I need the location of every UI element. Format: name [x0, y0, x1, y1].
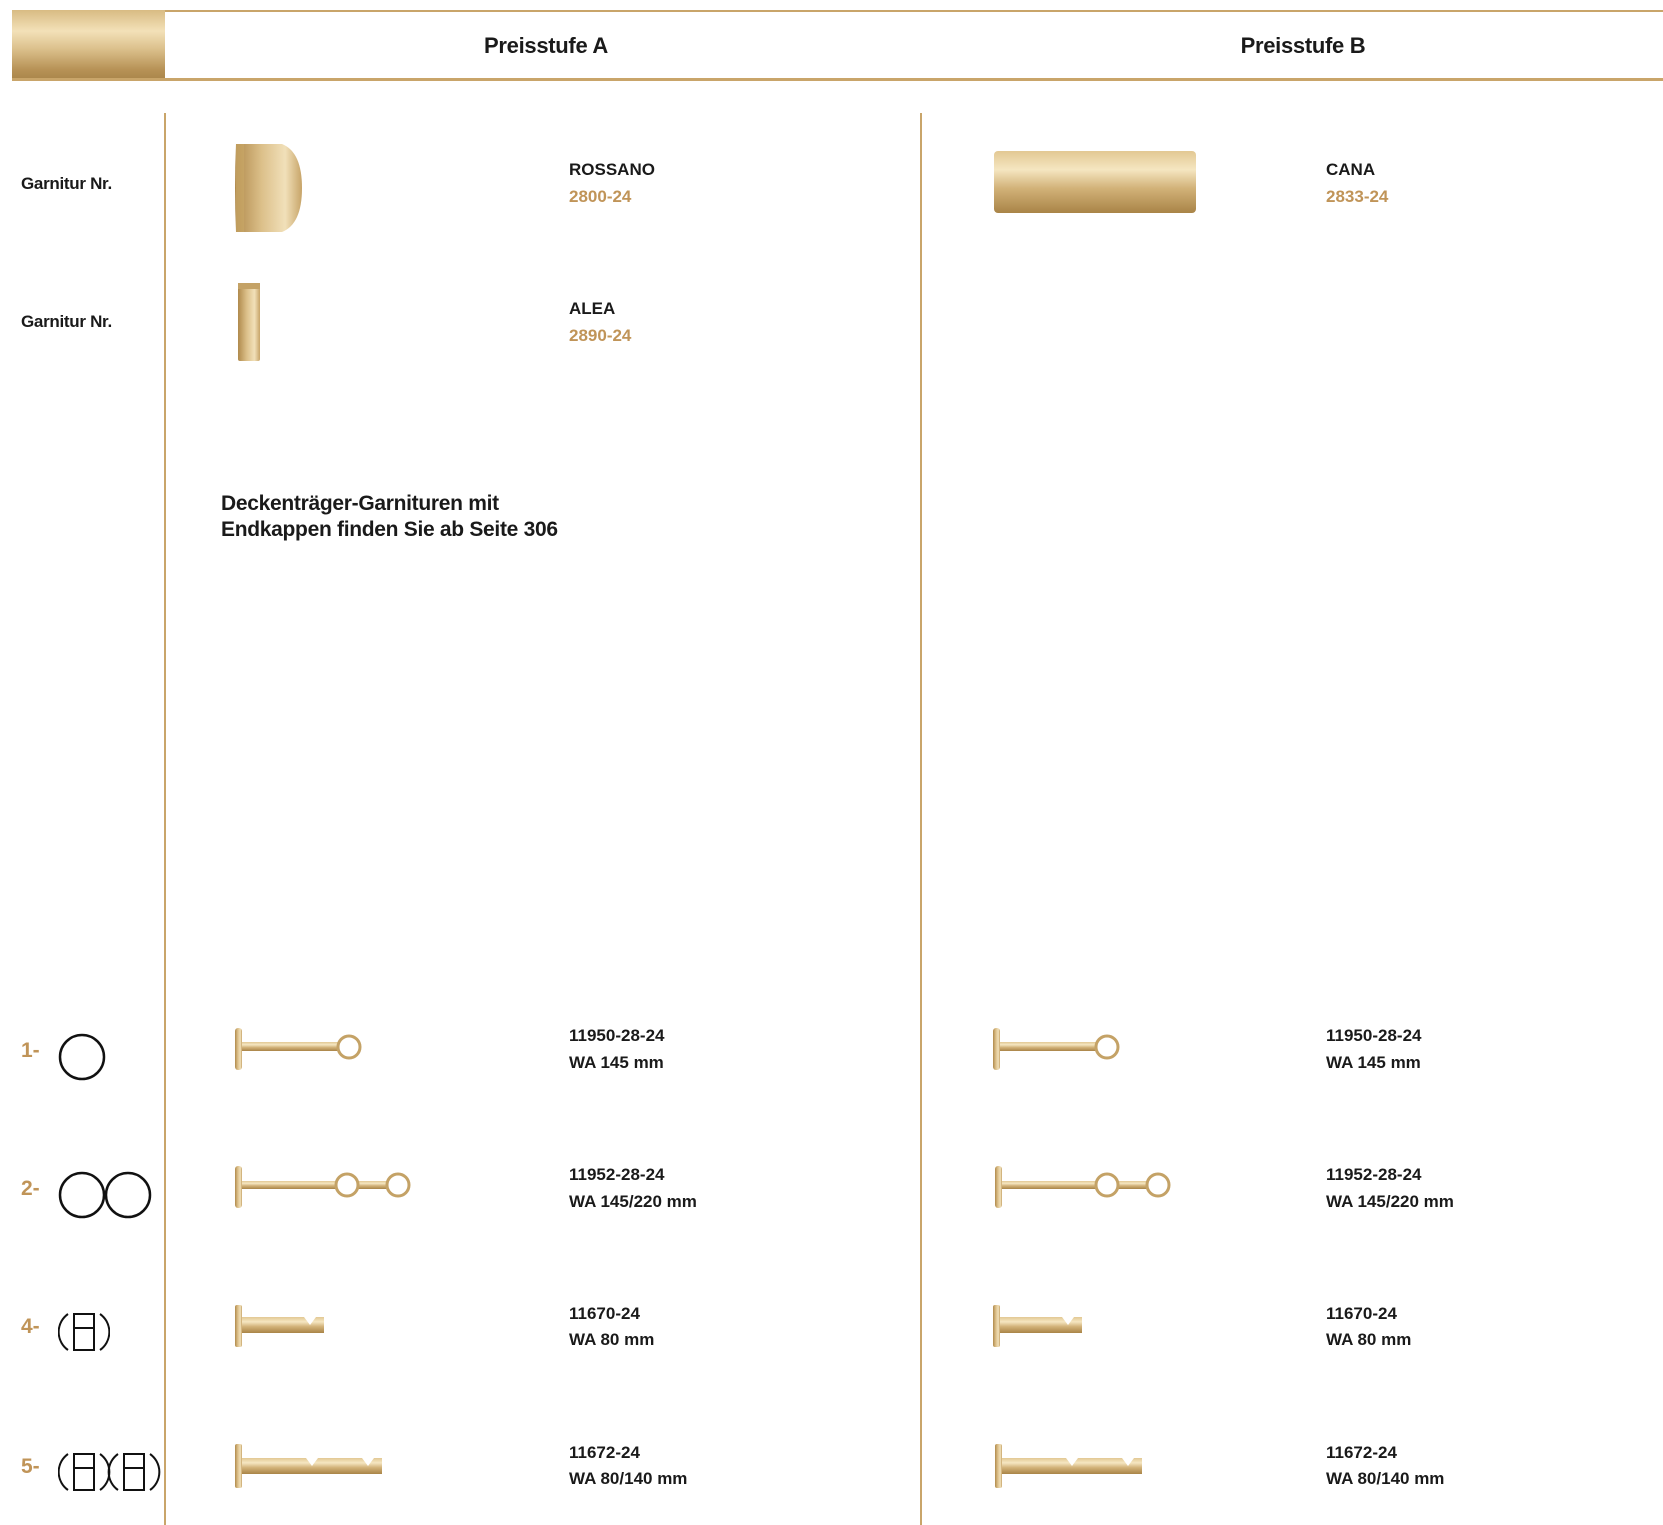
- bracket-row-4-number: 4-: [21, 1315, 40, 1338]
- double-ring-icon: [58, 1171, 152, 1219]
- bracket-row-2-a-code: 11952-28-24: [569, 1165, 665, 1184]
- bracket-11672-image-a: [235, 1444, 382, 1488]
- garnitur-label-1: Garnitur Nr.: [21, 174, 112, 193]
- single-ring-icon: [58, 1033, 106, 1081]
- rossano-code: 2800-24: [569, 187, 632, 206]
- bracket-row-2-a-wa: WA 145/220 mm: [569, 1192, 697, 1211]
- bracket-11950-image-a: [235, 1028, 362, 1070]
- bracket-row-5-number: 5-: [21, 1455, 40, 1478]
- column-b-title: Preisstufe B: [1240, 33, 1366, 58]
- cana-code: 2833-24: [1326, 187, 1389, 206]
- bracket-row-1-b-wa: WA 145 mm: [1326, 1053, 1421, 1072]
- bracket-row-4-a-code: 11670-24: [569, 1304, 640, 1323]
- bracket-row-5-b-code: 11672-24: [1326, 1443, 1397, 1462]
- alea-code: 2890-24: [569, 326, 632, 345]
- alea-finial-image: [238, 283, 260, 361]
- double-track-profile-icon: [58, 1453, 161, 1491]
- bracket-11670-image-a: [235, 1305, 324, 1347]
- garnitur-label-2: Garnitur Nr.: [21, 312, 112, 331]
- bracket-row-1-number: 1-: [21, 1039, 40, 1062]
- column-a-divider: [164, 113, 166, 1525]
- column-a-title: Preisstufe A: [484, 33, 608, 58]
- bracket-row-5-b-wa: WA 80/140 mm: [1326, 1469, 1445, 1488]
- bracket-row-1-b-code: 11950-28-24: [1326, 1026, 1422, 1045]
- bracket-row-5-a-wa: WA 80/140 mm: [569, 1469, 688, 1488]
- bracket-row-4-a-wa: WA 80 mm: [569, 1330, 655, 1349]
- cana-finial-image: [994, 151, 1196, 213]
- header-bottom-rule: [12, 78, 1663, 81]
- ceiling-bracket-note-line-1: Deckenträger-Garnituren mit: [221, 492, 499, 515]
- header-top-rule: [12, 10, 1663, 12]
- bracket-row-2-b-code: 11952-28-24: [1326, 1165, 1422, 1184]
- bracket-row-5-a-code: 11672-24: [569, 1443, 640, 1462]
- bracket-11950-image-b: [993, 1028, 1120, 1070]
- alea-name: ALEA: [569, 299, 616, 318]
- column-b-divider: [920, 113, 922, 1525]
- bracket-11672-image-b: [995, 1444, 1142, 1488]
- bracket-row-1-a-wa: WA 145 mm: [569, 1053, 664, 1072]
- bracket-row-1-a-code: 11950-28-24: [569, 1026, 665, 1045]
- rossano-finial-image: [235, 144, 302, 232]
- cana-name: CANA: [1326, 160, 1376, 179]
- track-profile-icon: [58, 1313, 110, 1351]
- bracket-11952-image-a: [235, 1166, 411, 1208]
- ceiling-bracket-note-line-2: Endkappen finden Sie ab Seite 306: [221, 518, 558, 541]
- brass-finish-swatch: [12, 10, 165, 80]
- bracket-row-2-number: 2-: [21, 1177, 40, 1200]
- bracket-11670-image-b: [993, 1305, 1082, 1347]
- rossano-name: ROSSANO: [569, 160, 655, 179]
- bracket-row-4-b-wa: WA 80 mm: [1326, 1330, 1412, 1349]
- bracket-row-4-b-code: 11670-24: [1326, 1304, 1397, 1323]
- bracket-11952-image-b: [995, 1166, 1171, 1208]
- bracket-row-2-b-wa: WA 145/220 mm: [1326, 1192, 1454, 1211]
